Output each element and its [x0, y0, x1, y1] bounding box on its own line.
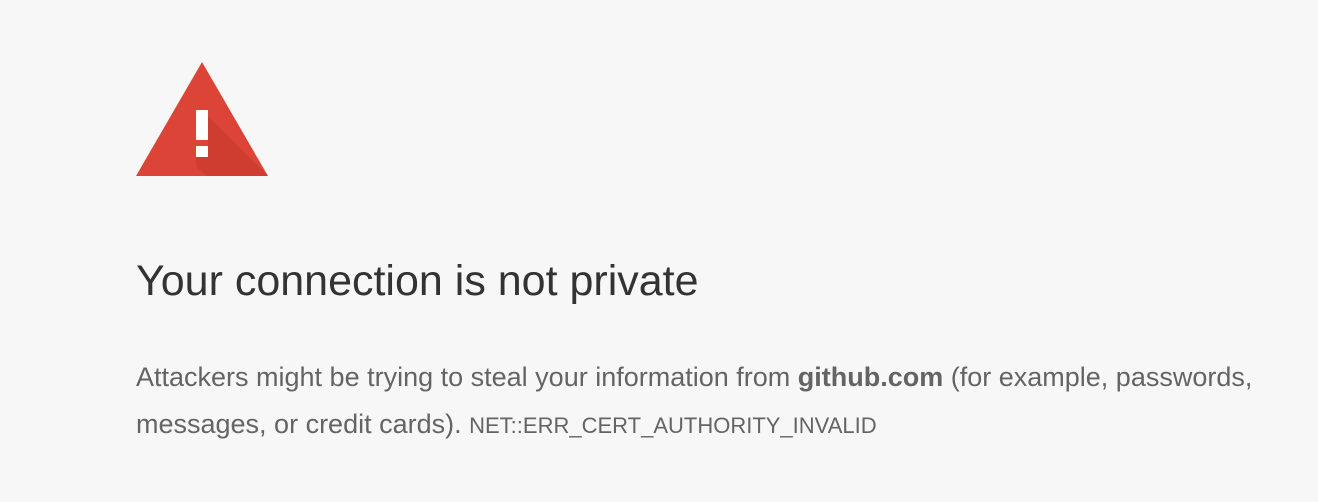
error-message: Attackers might be trying to steal your … — [136, 354, 1266, 449]
domain-name: github.com — [797, 362, 944, 392]
error-code: NET::ERR_CERT_AUTHORITY_INVALID — [469, 413, 877, 438]
page-title: Your connection is not private — [136, 257, 699, 305]
warning-triangle-icon — [136, 62, 268, 176]
message-text-before: Attackers might be trying to steal your … — [136, 362, 798, 392]
